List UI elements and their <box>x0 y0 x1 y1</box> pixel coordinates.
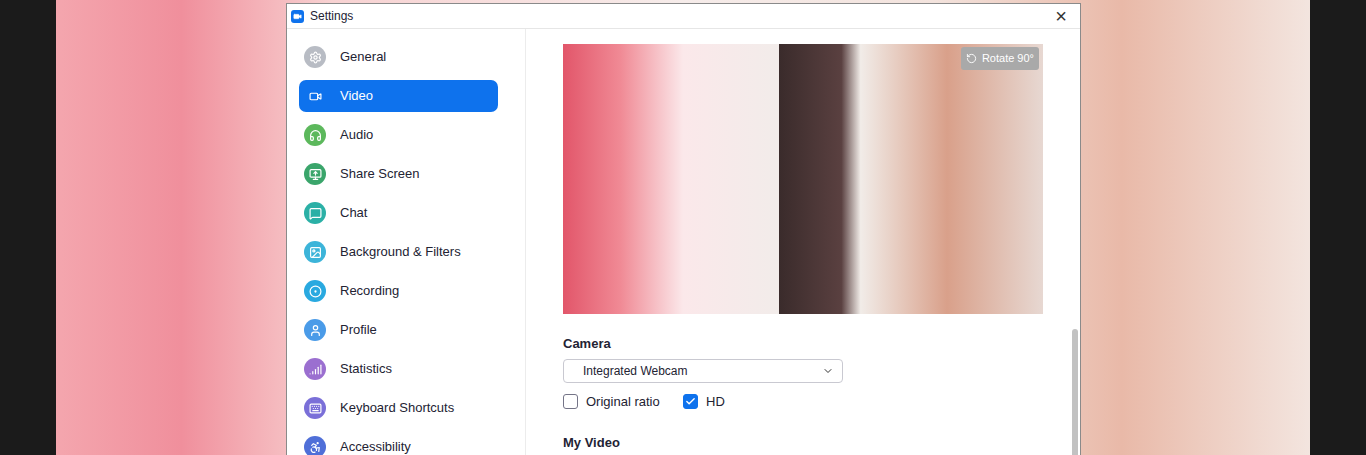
option-checkbox[interactable]: Original ratio <box>563 392 683 412</box>
sidebar-item[interactable]: Statistics <box>299 353 498 385</box>
title-bar: Settings × <box>287 4 1080 29</box>
background-icon <box>304 241 326 263</box>
accessibility-icon <box>304 436 326 455</box>
desktop: Settings × General Video Audio Share Screen Ch… <box>0 0 1366 455</box>
headphones-icon <box>304 124 326 146</box>
rotate-button[interactable]: Rotate 90° <box>961 47 1039 70</box>
sidebar-item[interactable]: Keyboard Shortcuts <box>299 392 498 424</box>
sidebar-item[interactable]: Accessibility <box>299 431 498 455</box>
sidebar-item-label: Video <box>340 86 373 106</box>
keyboard-icon <box>304 397 326 419</box>
share-screen-icon <box>304 163 326 185</box>
sidebar-item[interactable]: Profile <box>299 314 498 346</box>
option-checkbox[interactable]: HD <box>683 392 725 412</box>
my-video-label: My Video <box>563 433 1080 453</box>
sidebar-item-label: Recording <box>340 281 399 301</box>
sidebar-item-label: Profile <box>340 320 377 340</box>
zoom-logo-icon <box>291 10 304 23</box>
sidebar-item[interactable]: Background & Filters <box>299 236 498 268</box>
sidebar-item-label: Accessibility <box>340 437 411 455</box>
check-icon <box>685 396 696 407</box>
video-camera-icon <box>304 85 326 107</box>
camera-dropdown[interactable]: Integrated Webcam <box>563 359 843 383</box>
right-letterbox <box>1310 0 1366 455</box>
sidebar-item[interactable]: Video <box>299 80 498 112</box>
window-title: Settings <box>310 7 353 25</box>
chat-bubble-icon <box>304 202 326 224</box>
sidebar-item-label: Background & Filters <box>340 242 461 262</box>
close-button[interactable]: × <box>1049 6 1073 26</box>
checkbox[interactable] <box>563 394 578 409</box>
rotate-icon <box>966 53 977 64</box>
record-icon <box>304 280 326 302</box>
camera-label: Camera <box>563 334 1080 354</box>
sidebar-item[interactable]: Recording <box>299 275 498 307</box>
scrollbar[interactable] <box>1072 329 1078 455</box>
sidebar-item-label: General <box>340 47 386 67</box>
video-settings-panel: Rotate 90° Camera Integrated Webcam Origina… <box>526 29 1080 455</box>
sidebar-item-label: Share Screen <box>340 164 420 184</box>
sidebar-item-label: Keyboard Shortcuts <box>340 398 454 418</box>
settings-window: Settings × General Video Audio Share Screen Ch… <box>286 3 1081 455</box>
chevron-down-icon <box>822 365 834 377</box>
sidebar: General Video Audio Share Screen Chat Backgro… <box>287 29 526 455</box>
sidebar-item[interactable]: Chat <box>299 197 498 229</box>
profile-icon <box>304 319 326 341</box>
camera-preview: Rotate 90° <box>563 44 1043 314</box>
sidebar-item-label: Statistics <box>340 359 392 379</box>
checkbox[interactable] <box>683 394 698 409</box>
sidebar-item-label: Audio <box>340 125 373 145</box>
statistics-icon <box>304 358 326 380</box>
sidebar-item-label: Chat <box>340 203 367 223</box>
sidebar-item[interactable]: Share Screen <box>299 158 498 190</box>
sidebar-item[interactable]: Audio <box>299 119 498 151</box>
left-letterbox <box>0 0 56 455</box>
camera-options: Original ratioHD <box>563 392 1080 412</box>
gear-icon <box>304 46 326 68</box>
sidebar-item[interactable]: General <box>299 41 498 73</box>
